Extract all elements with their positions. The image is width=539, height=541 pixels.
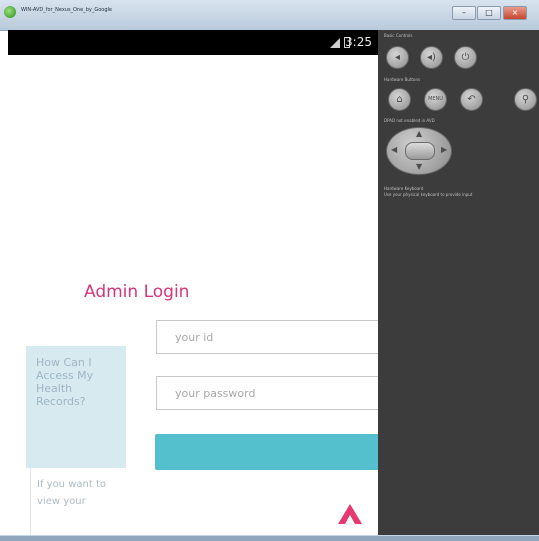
home-button[interactable]: ⌂ bbox=[388, 88, 411, 111]
dpad-down-icon: ▼ bbox=[416, 162, 423, 171]
status-bar: 3:25 bbox=[8, 30, 378, 55]
hardware-buttons-label: Hardware Buttons bbox=[384, 77, 421, 82]
home-icon: ⌂ bbox=[396, 94, 403, 105]
faq-answer-card: If you want to view your bbox=[30, 468, 126, 535]
basic-controls-label: Basic Controls bbox=[384, 33, 413, 38]
menu-button[interactable]: MENU bbox=[424, 88, 447, 111]
emulator-app-icon bbox=[4, 6, 16, 18]
page-title: Admin Login bbox=[84, 282, 190, 302]
signal-icon bbox=[330, 38, 340, 48]
volume-up-button[interactable]: ◂) bbox=[420, 46, 443, 69]
faq-answer-text: If you want to view your bbox=[37, 479, 106, 507]
volume-down-button[interactable]: ◂ bbox=[386, 46, 409, 69]
back-button[interactable]: ↶ bbox=[460, 88, 483, 111]
volume-up-icon: ◂) bbox=[427, 52, 436, 63]
window-titlebar: WIN-AVD_for_Nexus_One_by_Google – □ × bbox=[0, 0, 539, 31]
search-icon: ⚲ bbox=[521, 94, 530, 105]
login-button[interactable] bbox=[155, 434, 378, 470]
dpad-left-icon: ◀ bbox=[391, 145, 398, 154]
power-icon: ⏻ bbox=[461, 52, 470, 63]
scroll-up-arrow-icon[interactable] bbox=[338, 504, 362, 524]
password-input[interactable] bbox=[156, 376, 378, 410]
menu-icon: MENU bbox=[428, 96, 443, 102]
search-button[interactable]: ⚲ bbox=[514, 88, 537, 111]
dpad-right-icon: ▶ bbox=[441, 145, 448, 154]
power-button[interactable]: ⏻ bbox=[454, 46, 477, 69]
maximize-button[interactable]: □ bbox=[477, 6, 501, 20]
volume-down-icon: ◂ bbox=[394, 52, 401, 63]
emulator-controls-panel: Basic Controls ◂ ◂) ⏻ Hardware Buttons ⌂… bbox=[378, 30, 539, 540]
window-title: WIN-AVD_for_Nexus_One_by_Google bbox=[21, 7, 113, 13]
dpad-control[interactable]: ▲ ▼ ◀ ▶ bbox=[386, 127, 452, 175]
keyboard-note: Use your physical keyboard to provide in… bbox=[384, 192, 473, 197]
minimize-button[interactable]: – bbox=[452, 6, 476, 20]
keyboard-label: Hardware Keyboard bbox=[384, 186, 424, 191]
back-icon: ↶ bbox=[467, 94, 476, 105]
dpad-center-button[interactable] bbox=[405, 142, 435, 160]
dpad-up-icon: ▲ bbox=[416, 129, 423, 138]
user-id-input[interactable] bbox=[156, 320, 378, 354]
device-screen: 3:25 Admin Login How Can I Access My Hea… bbox=[8, 30, 378, 535]
taskbar bbox=[0, 535, 539, 541]
dpad-status-label: DPAD not enabled in AVD bbox=[384, 118, 435, 123]
close-button[interactable]: × bbox=[503, 6, 527, 20]
status-time: 3:25 bbox=[345, 35, 372, 49]
faq-question-text: How Can I Access My Health Records? bbox=[36, 356, 94, 408]
faq-question-card[interactable]: How Can I Access My Health Records? bbox=[26, 346, 126, 468]
